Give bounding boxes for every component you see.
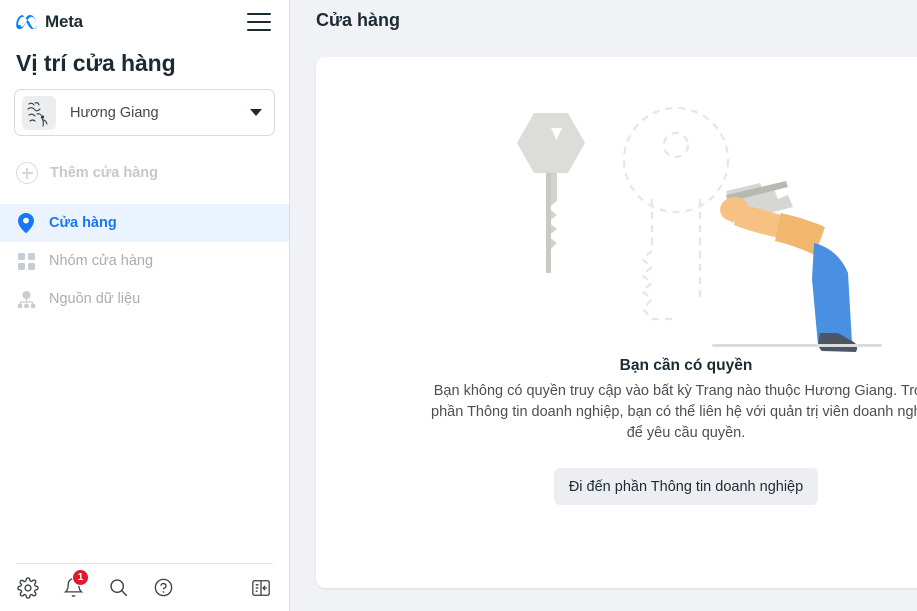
meta-logo: Meta xyxy=(16,12,83,32)
brand-name: Meta xyxy=(45,12,83,31)
gear-icon[interactable] xyxy=(16,576,40,600)
sidebar-header: Meta xyxy=(0,0,289,38)
empty-state: Bạn cần có quyền Bạn không có quyền truy… xyxy=(316,57,917,588)
sidebar-item-nguon-du-lieu[interactable]: Nguồn dữ liệu xyxy=(0,280,289,318)
store-avatar xyxy=(22,95,56,130)
store-name: Hương Giang xyxy=(70,104,159,121)
empty-state-heading: Bạn cần có quyền xyxy=(619,357,753,374)
add-store-button[interactable]: Thêm cửa hàng xyxy=(0,152,289,194)
meta-infinity-icon xyxy=(16,15,38,29)
location-pin-icon xyxy=(16,213,36,233)
sidebar-nav: Cửa hàng Nhóm cửa hàng Nguồn dữ liệu xyxy=(0,204,289,318)
collapse-panel-icon[interactable] xyxy=(249,576,273,600)
search-icon[interactable] xyxy=(106,576,130,600)
help-circle-icon[interactable] xyxy=(151,576,175,600)
sidebar-footer: 1 xyxy=(0,563,289,611)
sidebar-item-cua-hang[interactable]: Cửa hàng xyxy=(0,204,289,242)
sidebar-item-nhom-cua-hang[interactable]: Nhóm cửa hàng xyxy=(0,242,289,280)
sidebar-item-label: Cửa hàng xyxy=(49,215,117,231)
data-source-icon xyxy=(16,290,36,309)
content-card: Bạn cần có quyền Bạn không có quyền truy… xyxy=(316,57,917,588)
grid-icon xyxy=(16,252,36,270)
empty-state-body: Bạn không có quyền truy cập vào bất kỳ T… xyxy=(431,383,917,441)
page-title: Vị trí cửa hàng xyxy=(16,50,176,76)
plus-circle-icon xyxy=(16,162,38,184)
store-selector[interactable]: Hương Giang xyxy=(14,89,275,136)
keys-permission-illustration xyxy=(476,95,896,355)
solid-key xyxy=(517,113,585,273)
hamburger-icon[interactable] xyxy=(247,13,271,31)
main-heading: Cửa hàng xyxy=(316,10,401,30)
dashed-key xyxy=(622,106,730,321)
app-root: Meta Vị trí cửa hàng Hương Giang Thêm cử… xyxy=(0,0,917,611)
bell-icon[interactable]: 1 xyxy=(61,568,89,600)
footer-icon-bar: 1 xyxy=(16,564,273,611)
main-content: Cửa hàng Bạn cần có quyền Bạn không có q… xyxy=(290,0,917,611)
add-store-label: Thêm cửa hàng xyxy=(50,165,158,181)
person-holding-key xyxy=(712,181,882,352)
sidebar-item-label: Nhóm cửa hàng xyxy=(49,253,154,269)
sidebar-item-label: Nguồn dữ liệu xyxy=(49,291,141,307)
notification-badge: 1 xyxy=(72,568,89,586)
sidebar: Meta Vị trí cửa hàng Hương Giang Thêm cử… xyxy=(0,0,290,611)
chevron-down-icon xyxy=(250,109,262,116)
go-to-business-info-button[interactable]: Đi đến phần Thông tin doanh nghiệp xyxy=(553,468,819,505)
